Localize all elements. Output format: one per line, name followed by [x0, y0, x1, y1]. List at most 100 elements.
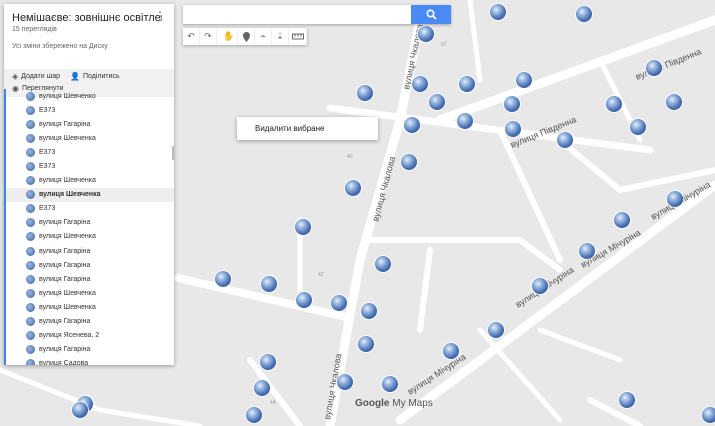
- photo-marker-icon[interactable]: [606, 96, 622, 112]
- photo-thumbnail-icon: [26, 359, 35, 365]
- add-person-icon: 👤: [70, 72, 80, 81]
- search-button[interactable]: [411, 5, 451, 24]
- list-item[interactable]: вулиця Шевченка: [6, 230, 174, 244]
- photo-marker-icon[interactable]: [404, 117, 420, 133]
- photo-marker-icon[interactable]: [358, 336, 374, 352]
- list-item[interactable]: вулиця Гагаріна: [6, 315, 174, 329]
- photo-marker-icon[interactable]: [246, 407, 262, 423]
- photo-marker-icon[interactable]: [296, 292, 312, 308]
- search-box: [183, 5, 451, 24]
- photo-thumbnail-icon: [26, 232, 35, 242]
- photo-marker-icon[interactable]: [516, 72, 532, 88]
- share-label: Поділитись: [82, 73, 120, 80]
- photo-marker-icon[interactable]: [667, 191, 683, 207]
- ruler-icon[interactable]: [289, 28, 307, 45]
- list-item[interactable]: вулиця Гагаріна: [6, 216, 174, 230]
- list-item[interactable]: E373: [6, 103, 174, 117]
- photo-marker-icon[interactable]: [557, 132, 573, 148]
- photo-marker-icon[interactable]: [532, 278, 548, 294]
- photo-marker-icon[interactable]: [429, 94, 445, 110]
- list-item[interactable]: E373: [6, 145, 174, 159]
- photo-marker-icon[interactable]: [702, 407, 715, 423]
- list-item[interactable]: вулиця Гагаріна: [6, 343, 174, 357]
- list-item-label: вулиця Гагаріна: [39, 318, 91, 326]
- photo-marker-icon[interactable]: [488, 322, 504, 338]
- add-layer-label: Додати шар: [21, 73, 61, 80]
- layers-panel: Немішаєве: зовнішнє освітленн… 15 перегл…: [4, 4, 174, 365]
- list-item-label: вулиця Ясенева, 2: [39, 332, 100, 340]
- route-icon[interactable]: ⇣: [272, 28, 289, 45]
- photo-marker-icon[interactable]: [357, 85, 373, 101]
- photo-marker-icon[interactable]: [443, 343, 459, 359]
- photo-marker-icon[interactable]: [382, 376, 398, 392]
- photo-thumbnail-icon: [26, 288, 35, 298]
- add-layer-button[interactable]: ◈ Додати шар: [12, 72, 60, 81]
- more-options-icon[interactable]: ⋮: [154, 10, 166, 22]
- marker-icon[interactable]: [238, 28, 255, 45]
- list-item[interactable]: вулиця Шевченка: [6, 131, 174, 145]
- photo-thumbnail-icon: [26, 345, 35, 355]
- photo-marker-icon[interactable]: [630, 119, 646, 135]
- photo-marker-icon[interactable]: [504, 96, 520, 112]
- photo-marker-icon[interactable]: [412, 76, 428, 92]
- context-menu-delete-selected[interactable]: Видалити вибране: [237, 117, 378, 140]
- photo-marker-icon[interactable]: [459, 76, 475, 92]
- list-item[interactable]: вулиця Шевченка: [6, 300, 174, 314]
- list-item[interactable]: вулиця Садова: [6, 357, 174, 365]
- mymaps-logo-text: My Maps: [392, 398, 433, 409]
- hand-icon[interactable]: ✋: [221, 28, 238, 45]
- photo-thumbnail-icon: [26, 274, 35, 284]
- photo-marker-icon[interactable]: [666, 94, 682, 110]
- google-my-maps-logo: Google My Maps: [355, 398, 433, 409]
- list-item-label: вулиця Гагаріна: [39, 120, 91, 128]
- photo-marker-icon[interactable]: [401, 154, 417, 170]
- list-item[interactable]: вулиця Гагаріна: [6, 244, 174, 258]
- list-item[interactable]: вулиця Ясенева, 2: [6, 329, 174, 343]
- photo-marker-icon[interactable]: [345, 180, 361, 196]
- saved-status: Усі зміни збережено на Диску: [12, 43, 108, 50]
- list-item[interactable]: вулиця Гагаріна: [6, 272, 174, 286]
- photo-marker-icon[interactable]: [576, 6, 592, 22]
- list-item[interactable]: вулиця Шевченко: [6, 89, 174, 103]
- undo-icon[interactable]: ↶: [183, 28, 200, 45]
- photo-marker-icon[interactable]: [331, 295, 347, 311]
- photo-marker-icon[interactable]: [646, 60, 662, 76]
- photo-marker-icon[interactable]: [261, 276, 277, 292]
- list-item[interactable]: вулиця Гагаріна: [6, 117, 174, 131]
- polygon-icon[interactable]: ⌁: [255, 28, 272, 45]
- photo-marker-icon[interactable]: [337, 374, 353, 390]
- photo-marker-icon[interactable]: [295, 219, 311, 235]
- photo-marker-icon[interactable]: [72, 402, 88, 418]
- photo-marker-icon[interactable]: [614, 212, 630, 228]
- photo-marker-icon[interactable]: [579, 243, 595, 259]
- photo-marker-icon[interactable]: [619, 392, 635, 408]
- share-button[interactable]: 👤 Поділитись: [70, 72, 120, 81]
- list-item[interactable]: вулиця Шевченка: [6, 286, 174, 300]
- photo-marker-icon[interactable]: [490, 4, 506, 20]
- photo-thumbnail-icon: [26, 162, 35, 172]
- photo-marker-icon[interactable]: [254, 380, 270, 396]
- redo-icon[interactable]: ↷: [200, 28, 217, 45]
- list-item-label: вулиця Шевченка: [39, 289, 96, 297]
- list-scrollbar[interactable]: [172, 146, 174, 160]
- list-item-label: вулиця Шевченка: [39, 191, 101, 199]
- list-item[interactable]: вулиця Шевченка: [6, 187, 174, 202]
- map-title[interactable]: Немішаєве: зовнішнє освітленн…: [12, 12, 162, 24]
- photo-marker-icon[interactable]: [457, 113, 473, 129]
- list-item[interactable]: E373: [6, 202, 174, 216]
- photo-marker-icon[interactable]: [361, 303, 377, 319]
- list-item[interactable]: E373: [6, 159, 174, 173]
- list-item-label: вулиця Шевченка: [39, 177, 96, 185]
- photo-marker-icon[interactable]: [418, 26, 434, 42]
- list-item[interactable]: вулиця Шевченка: [6, 174, 174, 188]
- photo-marker-icon[interactable]: [215, 271, 231, 287]
- list-item[interactable]: вулиця Гагаріна: [6, 258, 174, 272]
- list-item-label: вулиця Шевченко: [39, 92, 96, 100]
- photo-marker-icon[interactable]: [505, 121, 521, 137]
- photo-thumbnail-icon: [26, 246, 35, 256]
- photo-marker-icon[interactable]: [375, 256, 391, 272]
- list-item-label: вулиця Шевченка: [39, 303, 96, 311]
- search-input[interactable]: [183, 5, 417, 24]
- photo-marker-icon[interactable]: [260, 354, 276, 370]
- photo-thumbnail-icon: [26, 260, 35, 270]
